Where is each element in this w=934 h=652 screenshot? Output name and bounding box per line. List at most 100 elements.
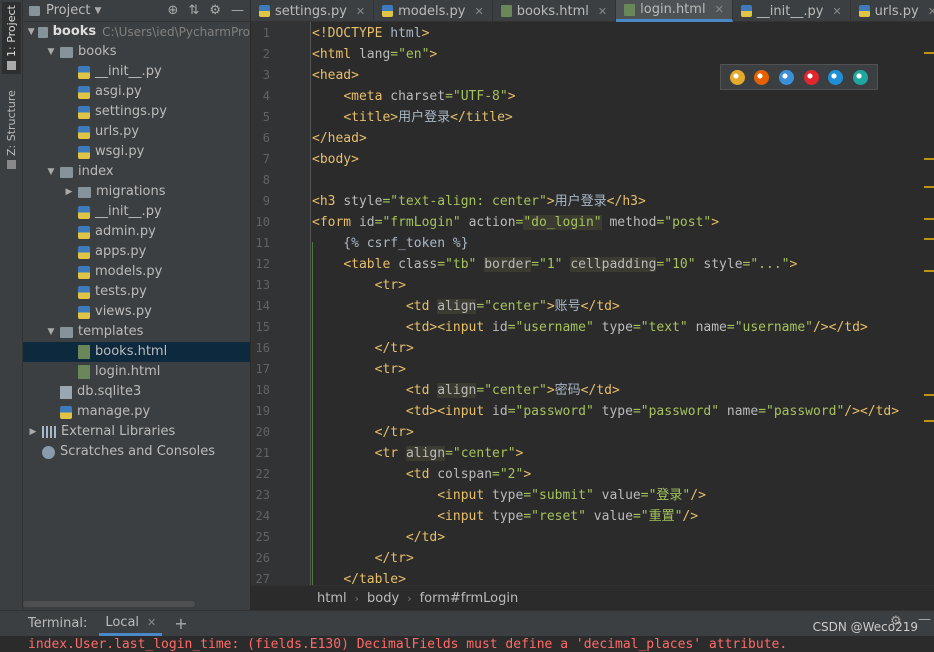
code-line[interactable]: <tr align="center"> [312, 443, 523, 464]
code-line[interactable]: <h3 style="text-align: center">用户登录</h3> [312, 191, 646, 212]
warning-mark[interactable] [924, 218, 934, 220]
code-line[interactable]: </head> [312, 128, 367, 149]
code-line[interactable]: </tr> [312, 338, 414, 359]
close-icon[interactable]: ✕ [715, 3, 724, 16]
breadcrumb-item[interactable]: html [317, 591, 347, 606]
tree-node[interactable]: tests.py [23, 282, 250, 302]
tree-node[interactable]: apps.py [23, 242, 250, 262]
code-line[interactable]: <!DOCTYPE html> [312, 23, 429, 44]
terminal-minimize-icon[interactable]: — [918, 612, 931, 627]
chevron-right-icon[interactable]: ▶ [63, 182, 75, 202]
code-line[interactable]: <html lang="en"> [312, 44, 437, 65]
tree-node[interactable]: __init__.py [23, 62, 250, 82]
chevron-down-icon[interactable]: ▼ [45, 162, 57, 182]
tree-node[interactable]: login.html [23, 362, 250, 382]
minimize-icon[interactable]: — [231, 3, 244, 18]
warning-mark[interactable] [924, 158, 934, 160]
code-line[interactable]: <td><input id="password" type="password"… [312, 401, 899, 422]
code-line[interactable]: <td><input id="username" type="text" nam… [312, 317, 868, 338]
code-line[interactable]: <title>用户登录</title> [312, 107, 512, 128]
safari-icon[interactable] [779, 69, 795, 85]
code-line[interactable]: <body> [312, 149, 359, 170]
ie-icon[interactable] [828, 69, 844, 85]
warning-mark[interactable] [924, 186, 934, 188]
locate-icon[interactable]: ⊕ [168, 3, 179, 18]
breadcrumb-item[interactable]: body [367, 591, 399, 606]
tree-node[interactable]: ▶ External Libraries [23, 422, 250, 442]
horizontal-scrollbar[interactable] [23, 601, 195, 607]
editor-tab[interactable]: models.py ✕ [374, 0, 493, 22]
project-tool-tab[interactable]: 1: Project [2, 2, 21, 74]
tree-node[interactable]: __init__.py [23, 202, 250, 222]
close-icon[interactable]: ✕ [474, 5, 483, 18]
tree-node[interactable]: ▶ migrations [23, 182, 250, 202]
project-view-selector[interactable]: Project [46, 3, 90, 18]
tree-node[interactable]: asgi.py [23, 82, 250, 102]
opera-icon[interactable] [803, 69, 819, 85]
structure-tool-tab[interactable]: Z: Structure [2, 90, 21, 170]
chevron-down-icon[interactable]: ▼ [27, 22, 35, 42]
chevron-right-icon[interactable]: ▶ [27, 422, 39, 442]
chevron-down-icon[interactable]: ▼ [45, 42, 57, 62]
close-icon[interactable]: ✕ [928, 5, 934, 18]
tree-node[interactable]: ▼ templates [23, 322, 250, 342]
tree-node[interactable]: urls.py [23, 122, 250, 142]
terminal-output[interactable]: index.User.last_login_time: (fields.E130… [0, 636, 934, 652]
close-icon[interactable]: ✕ [598, 5, 607, 18]
editor-tab[interactable]: urls.py ✕ [851, 0, 934, 22]
tree-node[interactable]: admin.py [23, 222, 250, 242]
code-line[interactable]: <td align="center">账号</td> [312, 296, 620, 317]
editor-tab[interactable]: books.html ✕ [493, 0, 617, 22]
editor-error-stripe[interactable] [922, 22, 934, 585]
gear-icon[interactable]: ⚙ [209, 3, 221, 18]
chevron-down-icon[interactable]: ▼ [94, 6, 101, 16]
tree-node[interactable]: ▼ index [23, 162, 250, 182]
warning-mark[interactable] [924, 394, 934, 396]
firefox-icon[interactable] [754, 69, 770, 85]
warning-mark[interactable] [924, 270, 934, 272]
tree-node[interactable]: Scratches and Consoles [23, 442, 250, 462]
code-line[interactable]: </table> [312, 569, 406, 585]
code-line[interactable]: <meta charset="UTF-8"> [312, 86, 515, 107]
code-line[interactable]: <tr> [312, 275, 406, 296]
close-icon[interactable]: ✕ [832, 5, 841, 18]
terminal-tab-local[interactable]: Local ✕ [99, 611, 163, 636]
tree-node[interactable]: books.html [23, 342, 250, 362]
code-line[interactable]: <input type="reset" value="重置"/> [312, 506, 698, 527]
code-line[interactable]: {% csrf_token %} [312, 233, 468, 254]
add-terminal-icon[interactable]: + [174, 614, 187, 633]
code-line[interactable]: </td> [312, 527, 445, 548]
code-line[interactable]: </tr> [312, 548, 414, 569]
tree-node[interactable]: wsgi.py [23, 142, 250, 162]
tree-node[interactable]: manage.py [23, 402, 250, 422]
code-line[interactable]: </tr> [312, 422, 414, 443]
code-line[interactable]: <tr> [312, 359, 406, 380]
tree-node-label: manage.py [77, 404, 151, 419]
breadcrumb-item[interactable]: form#frmLogin [420, 591, 519, 606]
editor-tab[interactable]: login.html ✕ [616, 0, 733, 22]
chevron-down-icon[interactable]: ▼ [45, 322, 57, 342]
tree-node[interactable]: db.sqlite3 [23, 382, 250, 402]
code-line[interactable]: <form id="frmLogin" action="do_login" me… [312, 212, 719, 233]
tree-node[interactable]: models.py [23, 262, 250, 282]
collapse-all-icon[interactable]: ⇅ [188, 3, 199, 18]
chrome-icon[interactable] [729, 69, 745, 85]
code-editor[interactable]: <!DOCTYPE html> <html lang="en"> <head> <m… [312, 22, 922, 585]
code-line[interactable]: <td align="center">密码</td> [312, 380, 620, 401]
code-line[interactable]: <table class="tb" border="1" cellpadding… [312, 254, 797, 275]
code-line[interactable]: <input type="submit" value="登录"/> [312, 485, 706, 506]
tree-node[interactable]: ▼ books C:\Users\ied\PycharmPro [23, 22, 250, 42]
editor-tab[interactable]: __init__.py ✕ [733, 0, 851, 22]
code-line[interactable]: <td colspan="2"> [312, 464, 531, 485]
warning-mark[interactable] [924, 52, 934, 54]
warning-mark[interactable] [924, 420, 934, 422]
edge-icon[interactable] [853, 69, 869, 85]
tree-node[interactable]: ▼ books [23, 42, 250, 62]
editor-tab[interactable]: settings.py ✕ [251, 0, 375, 22]
tree-node[interactable]: settings.py [23, 102, 250, 122]
close-icon[interactable]: ✕ [356, 5, 365, 18]
close-icon[interactable]: ✕ [147, 616, 156, 629]
code-line[interactable]: <head> [312, 65, 359, 86]
warning-mark[interactable] [924, 238, 934, 240]
tree-node[interactable]: views.py [23, 302, 250, 322]
